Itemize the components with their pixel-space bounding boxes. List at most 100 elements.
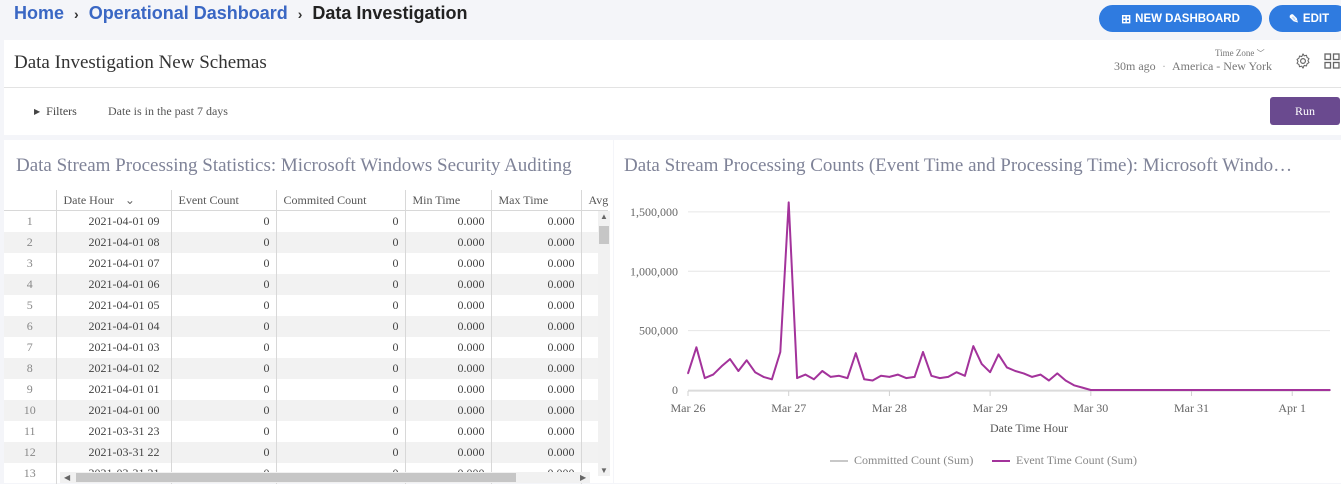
min-time-cell: 0.000	[404, 232, 491, 253]
data-point	[813, 378, 815, 381]
data-point	[771, 378, 773, 381]
sort-chevron-down-icon[interactable]: ⌄	[125, 193, 135, 207]
line-chart: 0 500,000 1,000,000 1,500,000 Mar 26 Mar 27 Ma…	[630, 201, 1331, 435]
data-point	[695, 346, 698, 349]
table-row[interactable]: 10 2021-04-01 00 0 0 0.000 0.000	[4, 400, 609, 421]
pencil-icon: ✎	[1288, 11, 1299, 26]
table-row[interactable]: 9 2021-04-01 01 0 0 0.000 0.000	[4, 379, 609, 400]
date-hour-cell: 2021-04-01 07	[55, 253, 171, 274]
table-row[interactable]: 8 2021-04-01 02 0 0 0.000 0.000	[4, 358, 609, 379]
vertical-scrollbar[interactable]: ▲ ▼	[598, 211, 610, 476]
min-time-cell: 0.000	[404, 337, 491, 358]
event-count-cell: 0	[170, 442, 276, 463]
data-point	[939, 377, 941, 379]
row-number: 5	[26, 298, 33, 312]
run-button[interactable]: Run	[1270, 97, 1340, 125]
data-point	[704, 377, 706, 379]
date-hour-cell: 2021-04-01 09	[55, 210, 171, 232]
breadcrumb-current: Data Investigation	[312, 3, 468, 23]
breadcrumb-separator: ›	[74, 5, 79, 22]
table-tile-title: Data Stream Processing Statistics: Micro…	[16, 155, 572, 176]
timezone-value[interactable]: America - New York	[1172, 59, 1272, 74]
column-header-commited-count[interactable]: Commited Count	[275, 190, 405, 211]
timezone-label-text: Time Zone	[1215, 48, 1255, 58]
max-time-cell: 0.000	[490, 400, 581, 421]
data-point	[930, 375, 933, 377]
scroll-up-arrow-icon[interactable]: ▲	[600, 212, 608, 221]
scroll-left-arrow-icon[interactable]: ◀	[64, 473, 70, 482]
chart-tile-title: Data Stream Processing Counts (Event Tim…	[624, 155, 1293, 176]
data-point	[687, 372, 689, 375]
table-row[interactable]: 6 2021-04-01 04 0 0 0.000 0.000	[4, 316, 609, 337]
min-time-cell: 0.000	[404, 316, 491, 337]
max-time-cell: 0.000	[490, 337, 581, 358]
x-axis-title: Date Time Hour	[990, 421, 1068, 435]
horizontal-scrollbar[interactable]: ◀ ▶	[60, 472, 590, 483]
min-time-cell: 0.000	[404, 210, 491, 232]
caret-right-icon: ▶	[34, 107, 41, 116]
table-row[interactable]: 5 2021-04-01 05 0 0 0.000 0.000	[4, 295, 609, 316]
table-row[interactable]: 4 2021-04-01 06 0 0 0.000 0.000	[4, 274, 609, 295]
layout-grid-icon[interactable]	[1324, 53, 1340, 69]
breadcrumb-operational-dashboard-link[interactable]: Operational Dashboard	[89, 3, 288, 24]
statistics-table: Date Hour ⌄ Event Count Commited Count M…	[4, 190, 609, 484]
data-point	[888, 376, 891, 378]
commited-count-cell: 0	[275, 400, 405, 421]
date-hour-cell: 2021-04-01 04	[55, 316, 171, 337]
y-tick-label: 0	[672, 383, 678, 397]
column-header-min-time[interactable]: Min Time	[404, 190, 491, 211]
max-time-cell: 0.000	[490, 295, 581, 316]
legend-item-event-time-count[interactable]: Event Time Count (Sum)	[992, 453, 1137, 468]
data-point	[922, 351, 924, 353]
filters-summary: Date is in the past 7 days	[108, 104, 228, 118]
event-count-cell: 0	[170, 379, 276, 400]
column-header-max-time[interactable]: Max Time	[490, 190, 581, 211]
column-header-avg[interactable]: Avg	[580, 190, 609, 211]
commited-count-cell: 0	[275, 316, 405, 337]
scroll-right-arrow-icon[interactable]: ▶	[580, 473, 586, 482]
column-header-date-hour[interactable]: Date Hour ⌄	[55, 190, 171, 211]
commited-count-cell: 0	[275, 442, 405, 463]
commited-count-cell: 0	[275, 253, 405, 274]
scrollbar-thumb[interactable]	[599, 226, 609, 244]
table-row[interactable]: 2 2021-04-01 08 0 0 0.000 0.000	[4, 232, 609, 253]
data-point	[913, 376, 916, 378]
data-point	[796, 377, 798, 379]
event-count-cell: 0	[170, 295, 276, 316]
table-row[interactable]: 7 2021-04-01 03 0 0 0.000 0.000	[4, 337, 609, 358]
data-point	[1081, 386, 1084, 389]
data-point	[997, 353, 1000, 356]
data-point	[762, 376, 765, 378]
gear-icon[interactable]	[1294, 52, 1312, 70]
scrollbar-thumb[interactable]	[76, 473, 516, 482]
max-time-cell: 0.000	[490, 358, 581, 379]
data-point	[972, 345, 975, 347]
breadcrumb-home-link[interactable]: Home	[14, 3, 64, 24]
table-row[interactable]: 11 2021-03-31 23 0 0 0.000 0.000	[4, 421, 609, 442]
timezone-label[interactable]: Time Zone ﹀	[1215, 48, 1265, 59]
row-number: 7	[26, 340, 33, 354]
new-dashboard-button[interactable]: ⊞ NEW DASHBOARD	[1099, 5, 1262, 32]
table-row[interactable]: 12 2021-03-31 22 0 0 0.000 0.000	[4, 442, 609, 463]
scroll-down-arrow-icon[interactable]: ▼	[600, 466, 608, 475]
table-row[interactable]: 1 2021-04-01 09 0 0 0.000 0.000	[4, 210, 609, 232]
commited-count-cell: 0	[275, 274, 405, 295]
data-point	[846, 377, 849, 379]
row-number: 11	[23, 424, 36, 438]
filters-toggle[interactable]: ▶ Filters	[34, 104, 77, 119]
data-point	[1090, 389, 1092, 391]
data-point	[838, 375, 840, 377]
column-header-event-count[interactable]: Event Count	[170, 190, 276, 211]
min-time-cell: 0.000	[404, 400, 491, 421]
edit-button[interactable]: ✎ EDIT	[1269, 5, 1341, 32]
max-time-cell: 0.000	[490, 253, 581, 274]
date-hour-cell: 2021-03-31 22	[55, 442, 171, 463]
date-hour-cell: 2021-04-01 05	[55, 295, 171, 316]
breadcrumb-separator: ›	[297, 5, 303, 22]
table-row[interactable]: 3 2021-04-01 07 0 0 0.000 0.000	[4, 253, 609, 274]
event-count-cell: 0	[170, 210, 276, 232]
legend-label: Event Time Count (Sum)	[1016, 453, 1138, 467]
legend-item-committed-count[interactable]: Committed Count (Sum)	[830, 453, 973, 468]
data-point	[821, 370, 824, 372]
data-point	[1039, 373, 1042, 376]
